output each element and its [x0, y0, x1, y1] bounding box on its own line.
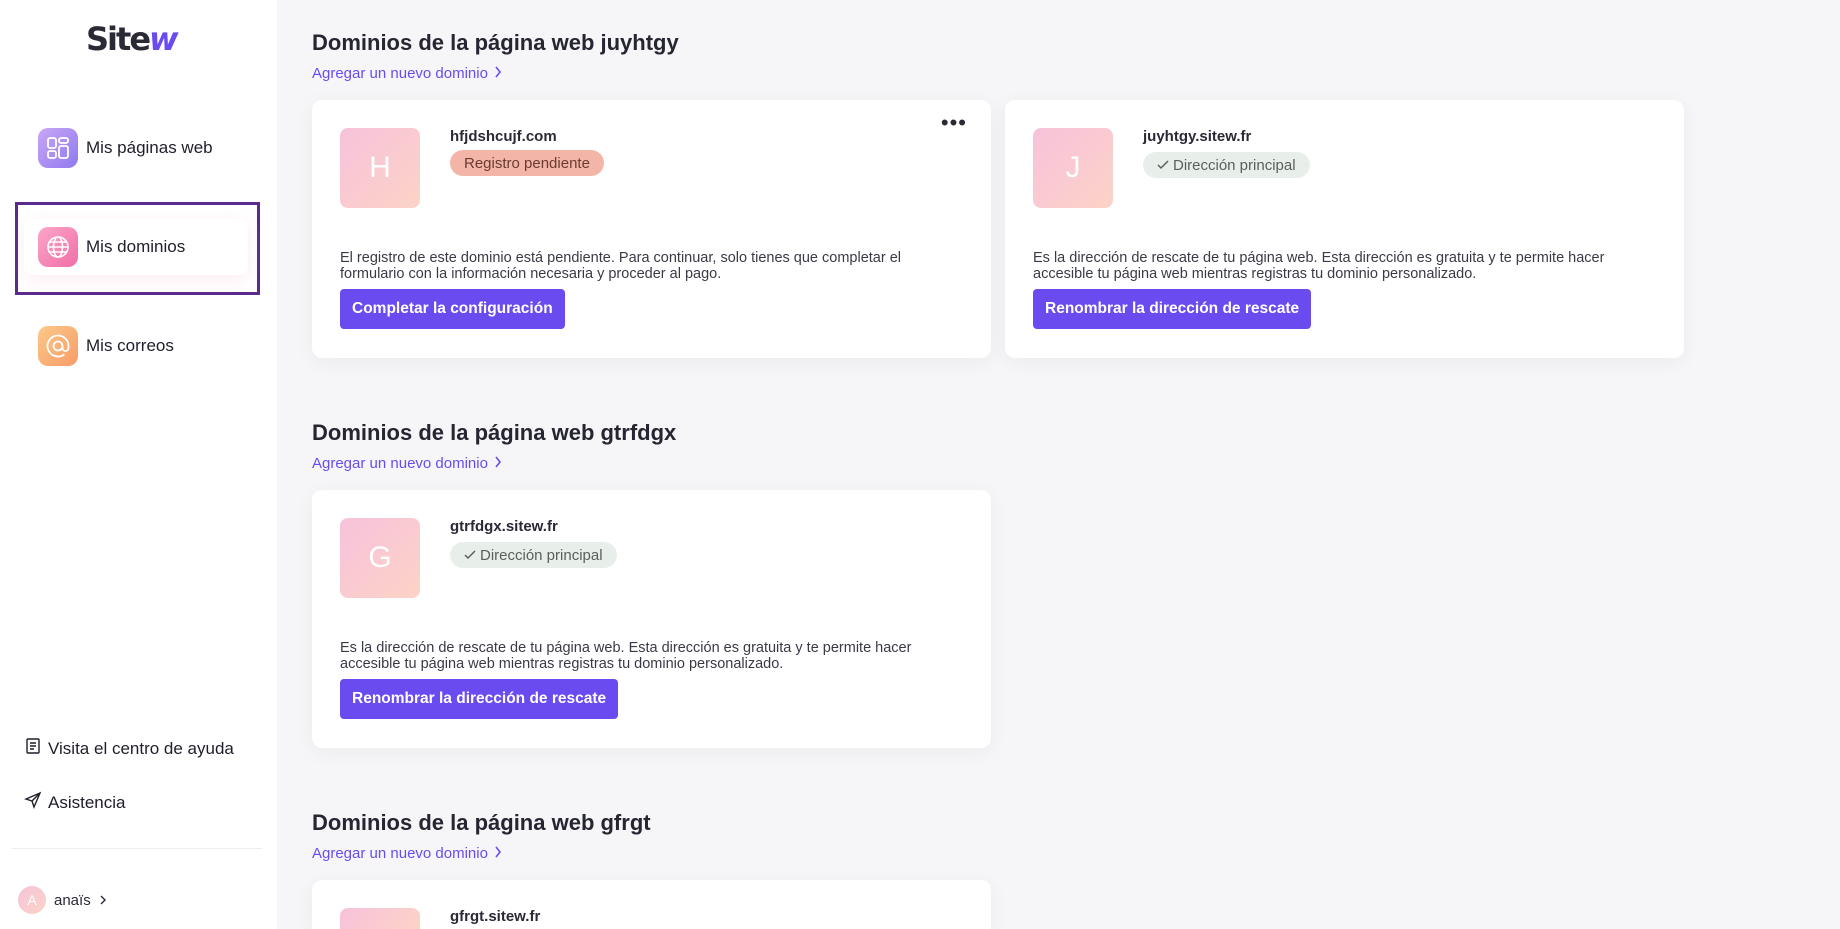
- help-center-label: Visita el centro de ayuda: [48, 738, 234, 758]
- check-icon: [464, 547, 476, 564]
- status-badge: Dirección principal: [1143, 152, 1310, 178]
- nav-label-domains: Mis dominios: [86, 237, 186, 256]
- more-horizontal-icon[interactable]: •••: [941, 112, 967, 134]
- add-domain-link[interactable]: Agregar un nuevo dominio: [312, 65, 502, 82]
- chevron-right-icon: [494, 455, 502, 472]
- domain-initial: J: [1033, 128, 1113, 208]
- chevron-right-icon: [494, 845, 502, 862]
- domain-initial: H: [340, 128, 420, 208]
- domain-name: gfrgt.sitew.fr: [450, 908, 541, 925]
- domain-card: G gtrfdgx.sitew.fr Dirección principal E…: [312, 490, 991, 748]
- check-icon: [1157, 157, 1169, 174]
- domain-name: juyhtgy.sitew.fr: [1143, 128, 1252, 145]
- section-title: Dominios de la página web gtrfdgx: [312, 420, 677, 445]
- domain-name: gtrfdgx.sitew.fr: [450, 518, 558, 535]
- complete-setup-button[interactable]: Completar la configuración: [340, 289, 565, 329]
- chevron-right-icon: [99, 892, 107, 909]
- sidebar: Sitew Mis páginas web Mis dominios Mis c…: [0, 0, 277, 929]
- user-name: anaïs: [54, 891, 91, 909]
- badge-label: Dirección principal: [1173, 156, 1296, 174]
- section-title: Dominios de la página web gfrgt: [312, 810, 651, 835]
- add-domain-link[interactable]: Agregar un nuevo dominio: [312, 845, 502, 862]
- add-domain-label: Agregar un nuevo dominio: [312, 455, 488, 472]
- nav-item-pages[interactable]: Mis páginas web: [24, 120, 248, 176]
- user-menu[interactable]: A anaïs: [18, 886, 107, 914]
- nav-item-domains[interactable]: Mis dominios: [24, 219, 248, 275]
- globe-icon: [38, 227, 78, 267]
- add-domain-label: Agregar un nuevo dominio: [312, 65, 488, 82]
- add-domain-label: Agregar un nuevo dominio: [312, 845, 488, 862]
- domain-card: H hfjdshcujf.com Registro pendiente ••• …: [312, 100, 991, 358]
- help-center-link[interactable]: Visita el centro de ayuda: [24, 737, 234, 760]
- send-icon: [24, 791, 42, 814]
- nav-label-pages: Mis páginas web: [86, 138, 213, 157]
- nav-label-mails: Mis correos: [86, 336, 174, 355]
- rename-rescue-address-button[interactable]: Renombrar la dirección de rescate: [340, 679, 619, 719]
- badge-label: Registro pendiente: [464, 154, 590, 172]
- nav-item-mails[interactable]: Mis correos: [24, 318, 248, 374]
- sidebar-divider: [12, 848, 262, 849]
- rename-rescue-address-button[interactable]: Renombrar la dirección de rescate: [1033, 289, 1312, 329]
- domain-initial: [340, 908, 420, 929]
- section-title: Dominios de la página web juyhtgy: [312, 30, 679, 55]
- status-badge: Registro pendiente: [450, 150, 604, 176]
- support-label: Asistencia: [48, 792, 126, 812]
- add-domain-link[interactable]: Agregar un nuevo dominio: [312, 455, 502, 472]
- domain-card: gfrgt.sitew.fr: [312, 880, 991, 929]
- status-badge: Dirección principal: [450, 542, 617, 568]
- support-link[interactable]: Asistencia: [24, 791, 125, 814]
- badge-label: Dirección principal: [480, 546, 603, 564]
- domain-card: J juyhtgy.sitew.fr Dirección principal E…: [1005, 100, 1684, 358]
- logo-accent: w: [149, 20, 178, 58]
- domain-name: hfjdshcujf.com: [450, 128, 557, 145]
- domain-initial: G: [340, 518, 420, 598]
- chevron-right-icon: [494, 65, 502, 82]
- logo-text: Site: [86, 20, 151, 58]
- domain-description: Es la dirección de rescate de tu página …: [1033, 250, 1605, 282]
- book-icon: [24, 737, 42, 760]
- sitew-logo[interactable]: Sitew: [86, 20, 179, 58]
- domain-description: Es la dirección de rescate de tu página …: [340, 640, 912, 672]
- domain-description: El registro de este dominio está pendien…: [340, 250, 902, 282]
- avatar: A: [18, 886, 46, 914]
- at-sign-icon: [38, 326, 78, 366]
- layout-grid-icon: [38, 128, 78, 168]
